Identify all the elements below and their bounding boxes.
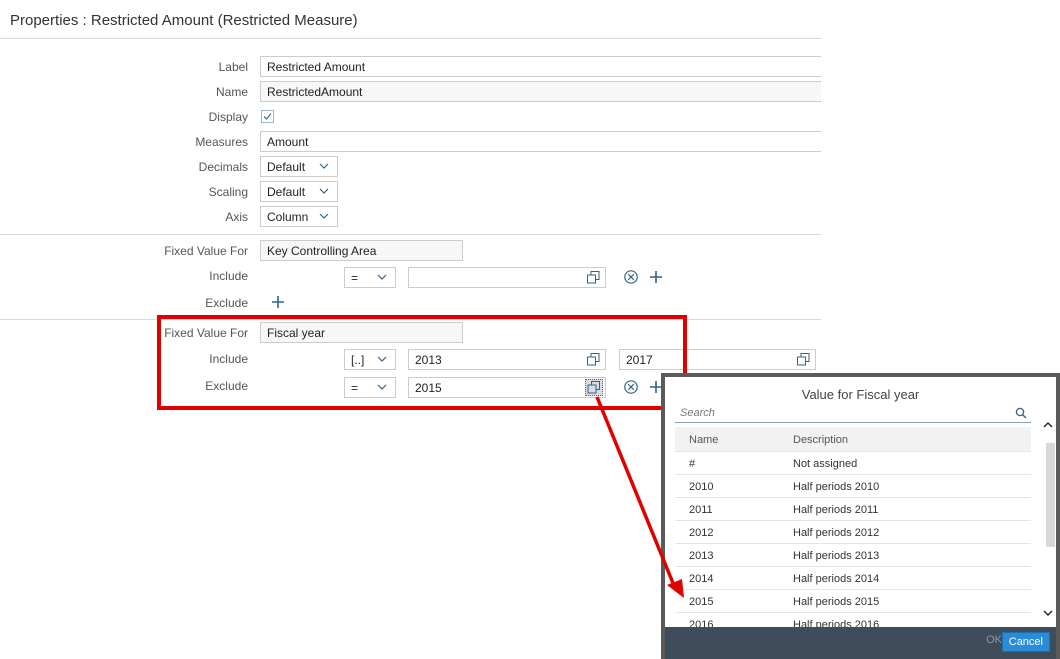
- chevron-up-icon[interactable]: [1042, 419, 1054, 431]
- decimals-select[interactable]: Default: [260, 156, 338, 177]
- display-checkbox[interactable]: [261, 110, 274, 123]
- row-description: Half periods 2012: [793, 527, 880, 539]
- chevron-down-icon: [319, 163, 329, 169]
- chevron-down-icon: [377, 274, 387, 280]
- table-row[interactable]: 2013 Half periods 2013: [675, 544, 1031, 567]
- row-description: Half periods 2014: [793, 573, 880, 585]
- include-value-input[interactable]: [408, 267, 606, 288]
- scaling-value: Default: [267, 185, 306, 199]
- exclude-caption: Exclude: [205, 296, 248, 310]
- name-field[interactable]: RestrictedAmount: [260, 81, 821, 102]
- axis-caption: Axis: [225, 210, 248, 224]
- decimals-value: Default: [267, 160, 306, 174]
- row-description: Half periods 2011: [793, 504, 879, 516]
- dialog-body: Value for Fiscal year Search Name Descri…: [665, 377, 1056, 659]
- value-table: Name Description # Not assigned 2010 Half …: [675, 427, 1031, 636]
- row-name: 2013: [689, 550, 714, 562]
- table-row[interactable]: 2010 Half periods 2010: [675, 475, 1031, 498]
- include-operator-value: =: [351, 271, 359, 285]
- row-description: Not assigned: [793, 458, 858, 470]
- column-header-name[interactable]: Name: [689, 434, 718, 446]
- add-icon[interactable]: [648, 269, 664, 285]
- row-description: Half periods 2010: [793, 481, 880, 493]
- fixed-value-caption: Fixed Value For: [164, 244, 248, 258]
- row-name: 2012: [689, 527, 714, 539]
- display-caption: Display: [208, 110, 248, 124]
- search-placeholder: Search: [680, 407, 715, 419]
- row-name: 2015: [689, 596, 714, 608]
- row-description: Half periods 2015: [793, 596, 880, 608]
- name-caption: Name: [215, 85, 248, 99]
- row-name: 2010: [689, 481, 714, 493]
- search-icon[interactable]: [1015, 407, 1027, 419]
- label-caption: Label: [218, 60, 248, 74]
- section-divider: [0, 234, 821, 235]
- table-row[interactable]: 2011 Half periods 2011: [675, 498, 1031, 521]
- dialog-footer: OK Cancel: [665, 627, 1056, 659]
- table-header: Name Description: [675, 427, 1031, 452]
- ok-button[interactable]: OK: [986, 634, 1002, 646]
- value-help-icon[interactable]: [796, 352, 811, 367]
- row-name: 2014: [689, 573, 714, 585]
- scaling-caption: Scaling: [208, 185, 248, 199]
- table-row[interactable]: 2014 Half periods 2014: [675, 567, 1031, 590]
- cancel-button[interactable]: Cancel: [1001, 632, 1050, 652]
- table-row[interactable]: 2015 Half periods 2015: [675, 590, 1031, 613]
- scaling-select[interactable]: Default: [260, 181, 338, 202]
- measures-field[interactable]: Amount: [260, 131, 821, 152]
- row-name: #: [689, 458, 696, 470]
- chevron-down-icon: [319, 188, 329, 194]
- axis-select[interactable]: Column: [260, 206, 338, 227]
- include-operator-select[interactable]: =: [344, 267, 396, 288]
- checkmark-icon: [263, 113, 272, 120]
- dialog-title: Value for Fiscal year: [801, 387, 920, 402]
- highlight-box: [157, 315, 687, 410]
- clear-icon[interactable]: [623, 269, 639, 285]
- label-field[interactable]: Restricted Amount: [260, 56, 821, 77]
- fixed-value-field-controlling-area[interactable]: Key Controlling Area: [260, 240, 463, 261]
- table-scrollbar[interactable]: [1041, 413, 1055, 627]
- row-name: 2011: [689, 504, 713, 516]
- decimals-caption: Decimals: [198, 160, 248, 174]
- column-header-description[interactable]: Description: [793, 434, 848, 446]
- chevron-down-icon[interactable]: [1042, 607, 1054, 619]
- chevron-down-icon: [319, 213, 329, 219]
- add-icon[interactable]: [270, 294, 286, 310]
- table-row[interactable]: # Not assigned: [675, 452, 1031, 475]
- search-input[interactable]: Search: [675, 405, 1031, 423]
- include-caption: Include: [209, 269, 248, 283]
- axis-value: Column: [267, 210, 309, 224]
- page-title: Properties : Restricted Amount (Restrict…: [10, 12, 358, 29]
- value-help-dialog: Value for Fiscal year Search Name Descri…: [661, 373, 1060, 659]
- title-divider: [0, 38, 821, 39]
- measures-caption: Measures: [195, 135, 248, 149]
- value-help-icon[interactable]: [586, 270, 601, 285]
- scroll-thumb[interactable]: [1046, 443, 1055, 547]
- row-description: Half periods 2013: [793, 550, 880, 562]
- table-row[interactable]: 2012 Half periods 2012: [675, 521, 1031, 544]
